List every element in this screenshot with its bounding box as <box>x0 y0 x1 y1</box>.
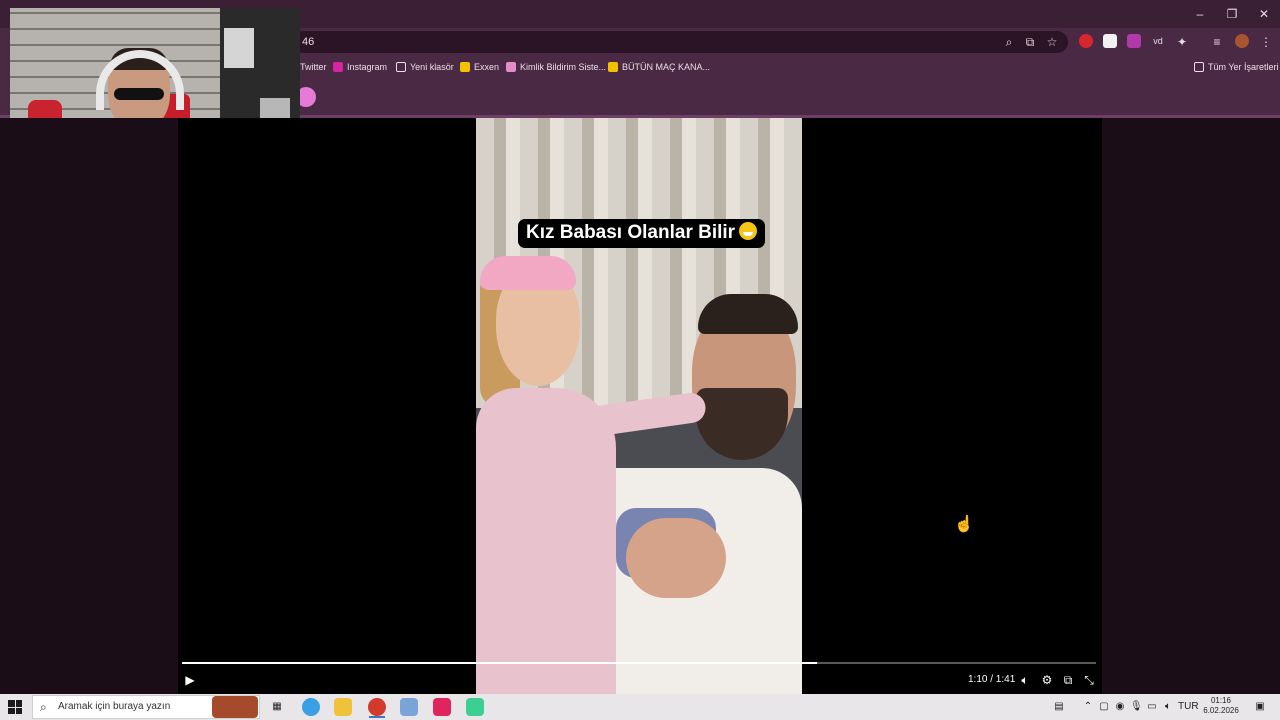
shelf-frame <box>224 28 254 68</box>
windows-start-icon[interactable] <box>8 700 22 714</box>
media-control-icon[interactable]: ≡ <box>1208 33 1226 51</box>
microphone-icon[interactable]: 🎙︎ <box>1130 700 1143 714</box>
bookmark-label: Twitter <box>300 62 327 72</box>
search-icon: ⌕ <box>40 700 47 714</box>
task-view-icon[interactable]: ▦ <box>268 698 286 716</box>
news-widget-icon[interactable]: ▤ <box>1050 700 1068 714</box>
exit-fullscreen-icon[interactable]: ⤡ <box>1081 672 1097 688</box>
zoom-icon[interactable]: ⌕ <box>1000 33 1018 51</box>
play-button[interactable]: ▶ <box>182 672 198 688</box>
instagram-icon <box>333 62 343 72</box>
tray-chevron-icon[interactable]: ⌃ <box>1082 700 1094 714</box>
exxen-icon <box>460 62 470 72</box>
time-display: 1:10 / 1:41 <box>968 674 1016 685</box>
bookmark-yeni-klasor[interactable]: Yeni klasör <box>396 60 454 74</box>
install-app-icon[interactable]: ⧉ <box>1021 33 1039 51</box>
all-bookmarks-label: Tüm Yer İşaretleri <box>1208 62 1279 72</box>
active-app-indicator <box>369 716 385 718</box>
clock-date: 6.02.2026 <box>1203 706 1239 715</box>
tray-network-app-icon[interactable]: ◉ <box>1114 700 1126 714</box>
tray-app-icon[interactable]: ▢ <box>1098 700 1110 714</box>
caption-text: Kız Babası Olanlar Bilir <box>526 222 736 243</box>
sunglasses <box>114 88 164 100</box>
restore-button[interactable]: ❐ <box>1216 0 1248 28</box>
notifications-icon[interactable]: ▣ <box>1252 700 1268 714</box>
clock[interactable]: 01:16 6.02.2026 <box>1200 696 1242 716</box>
clock-time: 01:16 <box>1210 696 1232 705</box>
close-button[interactable]: ✕ <box>1248 0 1280 28</box>
search-highlight-image <box>212 696 258 718</box>
network-icon[interactable]: ▭ <box>1146 700 1158 714</box>
file-explorer-icon[interactable] <box>334 698 352 716</box>
app-pen-icon[interactable] <box>400 698 418 716</box>
bookmark-exxen[interactable]: Exxen <box>460 60 499 74</box>
address-bar[interactable]: 46 <box>292 31 1068 53</box>
bookmark-label: Kimlik Bildirim Siste... <box>520 62 607 72</box>
girl-headband <box>480 256 576 290</box>
progress-fill <box>182 662 818 664</box>
pip-icon[interactable]: ⧉ <box>1060 672 1076 688</box>
hand-cursor-icon: ☝ <box>954 516 974 533</box>
extension-vd-icon[interactable]: vd <box>1151 34 1165 48</box>
profile-avatar[interactable] <box>1235 34 1249 48</box>
chrome-icon[interactable] <box>368 698 386 716</box>
bookmark-butun-mac[interactable]: BÜTÜN MAÇ KANA... <box>608 60 710 74</box>
app-green-icon[interactable] <box>466 698 484 716</box>
language-indicator[interactable]: TUR <box>1178 700 1199 714</box>
man-hair <box>698 294 798 334</box>
speaker-icon[interactable]: 🔈︎ <box>1162 700 1174 714</box>
page-gutter-left <box>0 118 178 694</box>
bookmark-instagram[interactable]: Instagram <box>333 60 387 74</box>
window-controls: – ❐ ✕ <box>1184 0 1280 28</box>
folder-icon <box>1194 62 1204 72</box>
extensions-puzzle-icon[interactable]: ✦ <box>1173 33 1191 51</box>
bookmark-twitter[interactable]: Twitter <box>300 60 327 74</box>
screen: – ❐ ✕ 46 ⌕ ⧉ ☆ vd ✦ ≡ ⋮ Twitter Instagra… <box>0 0 1280 720</box>
copilot-icon[interactable] <box>302 698 320 716</box>
bookmark-label: Yeni klasör <box>410 62 454 72</box>
page-gutter-right <box>1102 118 1280 694</box>
bookmark-label: Instagram <box>347 62 388 72</box>
video-caption: Kız Babası Olanlar Bilir <box>518 219 766 248</box>
extension-red-icon[interactable] <box>1079 34 1093 48</box>
volume-icon[interactable]: 🔈︎ <box>1017 672 1033 688</box>
search-placeholder: Aramak için buraya yazın <box>58 701 171 712</box>
app-red-icon[interactable] <box>433 698 451 716</box>
extension-white-icon[interactable] <box>1103 34 1117 48</box>
video-frame[interactable] <box>476 118 802 694</box>
all-bookmarks-folder[interactable]: Tüm Yer İşaretleri <box>1194 60 1279 74</box>
jp-icon <box>608 62 618 72</box>
kimlik-icon <box>506 62 516 72</box>
man-hand <box>626 518 726 598</box>
bookmark-label: BÜTÜN MAÇ KANA... <box>622 62 711 72</box>
menu-kebab-icon[interactable]: ⋮ <box>1257 33 1275 51</box>
settings-gear-icon[interactable]: ⚙ <box>1039 672 1055 688</box>
bookmark-kimlik[interactable]: Kimlik Bildirim Siste... <box>506 60 606 74</box>
grin-emoji-icon <box>739 222 758 240</box>
extension-purple-icon[interactable] <box>1127 34 1141 48</box>
minimize-button[interactable]: – <box>1184 0 1216 28</box>
progress-bar[interactable] <box>182 662 1096 664</box>
bookmark-star-icon[interactable]: ☆ <box>1043 33 1061 51</box>
bookmark-label: Exxen <box>474 62 500 72</box>
folder-icon <box>396 62 406 72</box>
